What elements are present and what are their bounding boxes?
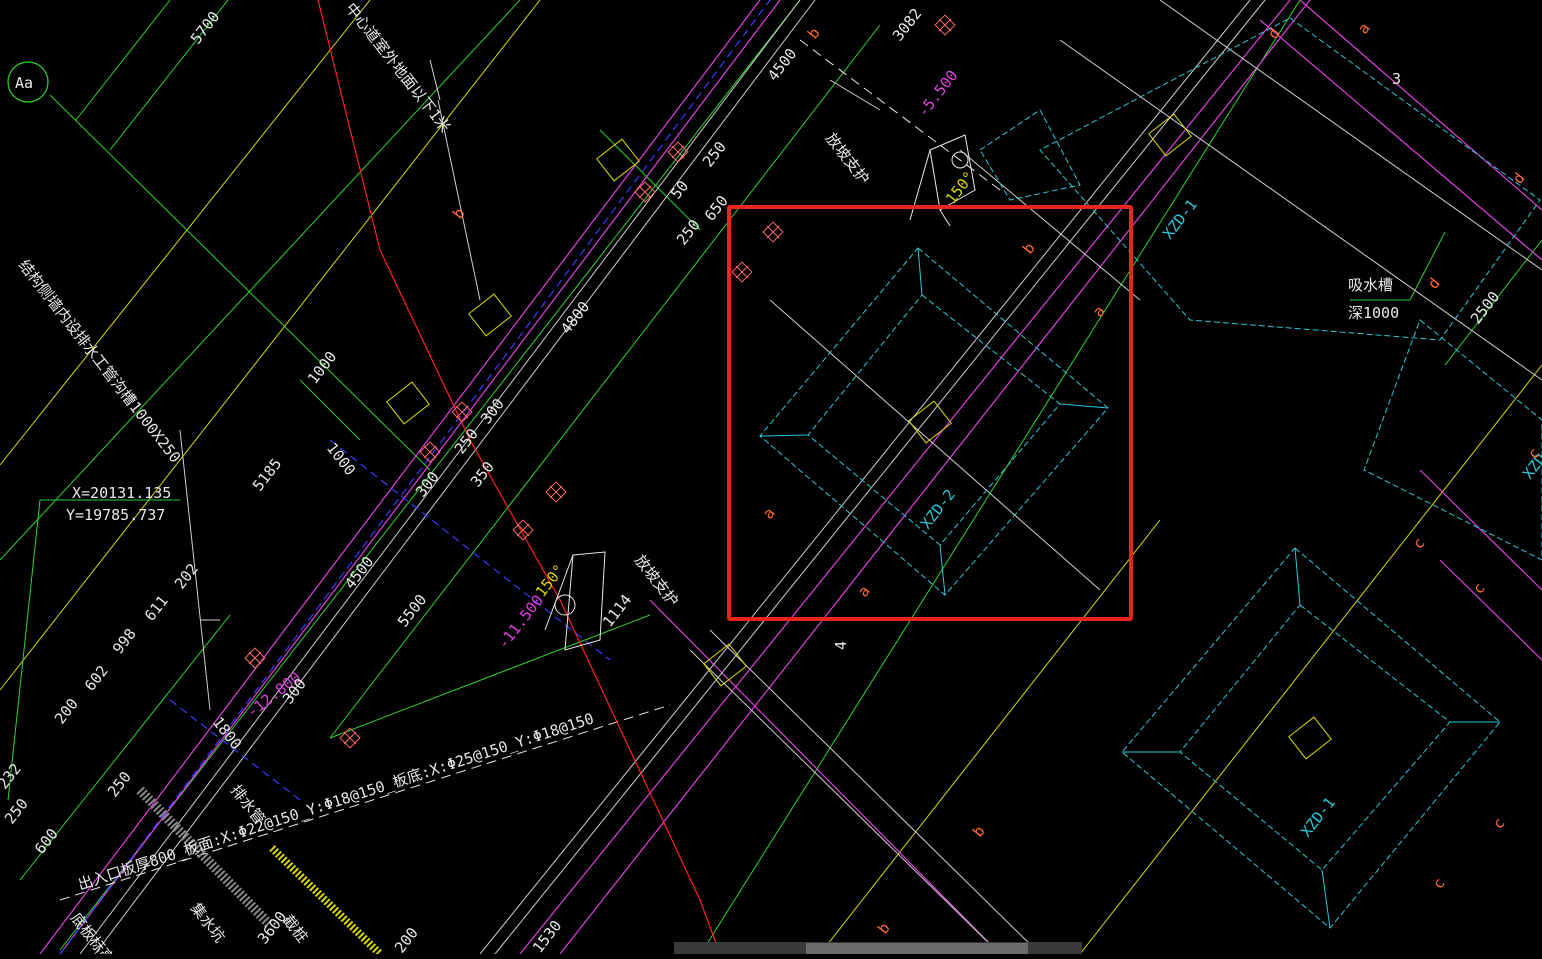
foundation-label-xzd1-top: XZD-1	[1159, 196, 1201, 243]
dim-602: 602	[81, 662, 112, 694]
bottom-label-2: 集水坑	[187, 899, 229, 946]
dim-232: 232	[0, 760, 25, 792]
mark-d-3: d	[1264, 24, 1284, 42]
mark-a-4: a	[1354, 19, 1374, 37]
dim-1114: 1114	[599, 591, 635, 631]
mark-b-2: b	[969, 822, 989, 840]
selection-rectangle[interactable]	[727, 205, 1133, 621]
dim-50: 50	[667, 177, 692, 202]
mark-b-3: b	[874, 919, 894, 937]
mark-d-1: d	[1509, 169, 1529, 187]
dim-998: 998	[109, 625, 140, 657]
top-ground-note: 中心道室外地面以下1米	[342, 0, 454, 136]
red-boundary-line	[317, 0, 721, 955]
dim-250-e: 250	[1, 795, 32, 827]
water-trough-label: 吸水槽	[1348, 276, 1393, 294]
dim-5500: 5500	[394, 591, 430, 631]
dim-250-d: 250	[104, 768, 135, 800]
mark-d-2: d	[1424, 274, 1444, 292]
dim-1000-upper: 1000	[304, 348, 340, 388]
coordinate-y: Y=19785.737	[66, 506, 165, 524]
angle-label-1: 150°	[942, 168, 978, 208]
coordinate-x: X=20131.135	[72, 484, 171, 502]
dim-611: 611	[141, 592, 172, 624]
mark-c-1: c	[1409, 534, 1429, 552]
slope-support-label-1: 放坡支护	[822, 129, 873, 187]
dim-250-top: 250	[699, 138, 730, 170]
horizontal-scrollbar[interactable]	[674, 942, 1082, 954]
slope-support-label-2: 放坡支护	[631, 551, 682, 609]
dim-600: 600	[31, 825, 62, 857]
scrollbar-thumb[interactable]	[806, 943, 1028, 954]
dim-4800: 4800	[557, 298, 593, 338]
dim-5700: 5700	[187, 8, 223, 48]
mark-c-3: c	[1489, 814, 1509, 832]
dim-200: 200	[51, 695, 82, 727]
mark-b-4: b	[449, 204, 469, 222]
foundation-label-xzd1-bottom: XZD-1	[1297, 794, 1339, 841]
section-number-4: 4	[832, 641, 850, 650]
grid-number-3: 3	[1392, 70, 1401, 88]
dim-4500-top: 4500	[764, 45, 800, 85]
axis-bubble-label: Aa	[15, 74, 33, 92]
mark-c-4: c	[1429, 874, 1449, 892]
elevation-label-1: -5.500	[914, 67, 962, 121]
elevation-label-2: -11.500	[494, 592, 547, 653]
dim-250-mid: 250	[673, 216, 704, 248]
mark-c-2: c	[1469, 579, 1489, 597]
dim-5185: 5185	[249, 455, 285, 495]
dim-300-b: 300	[412, 468, 443, 500]
side-drain-note: 结构侧墙内设排水工管沟槽1000X250	[15, 256, 184, 466]
bottom-label-5: 200	[391, 924, 422, 954]
trough-depth-label: 深1000	[1348, 304, 1399, 322]
dim-350: 350	[467, 458, 498, 490]
dim-3082: 3082	[889, 5, 925, 45]
mark-b-5: b	[804, 24, 824, 42]
